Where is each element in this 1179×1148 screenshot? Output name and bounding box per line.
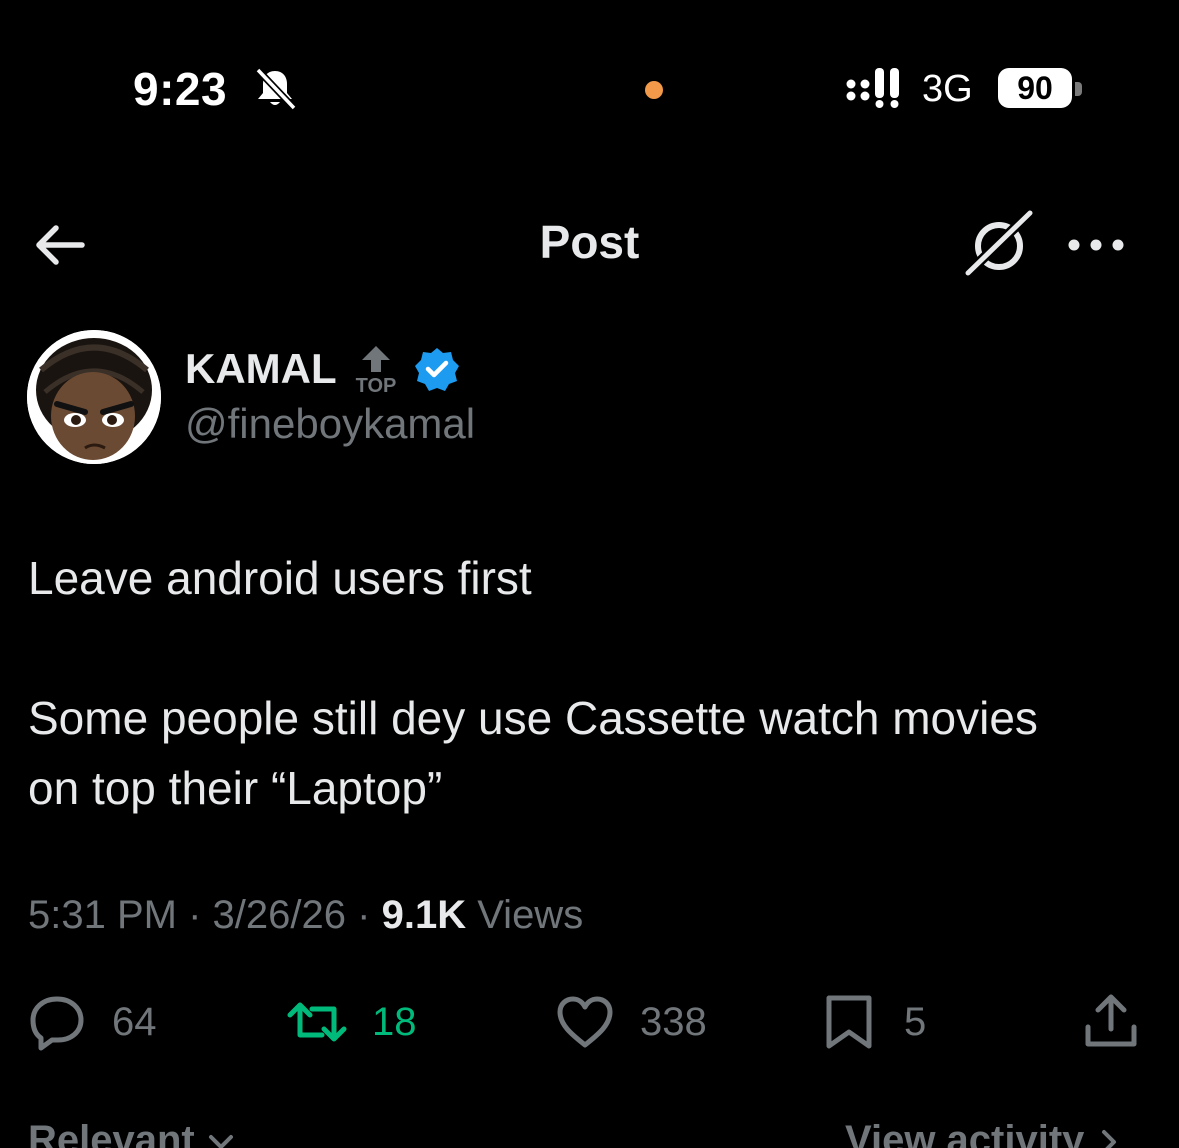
repost-count: 18	[372, 999, 417, 1044]
share-icon	[1085, 994, 1137, 1047]
meta-separator: ·	[188, 893, 202, 937]
status-time: 9:23	[133, 63, 228, 115]
grok-icon[interactable]	[962, 209, 1036, 281]
post-text: Leave android users first Some people st…	[28, 543, 1158, 823]
post-time: 5:31 PM	[28, 893, 177, 937]
chevron-down-icon	[208, 1135, 233, 1148]
top-badge-icon: TOP	[356, 346, 397, 396]
bookmark-count: 5	[904, 999, 927, 1044]
bookmark-icon	[826, 995, 872, 1049]
views-count[interactable]: 9.1K	[382, 893, 467, 937]
author-handle[interactable]: @fineboykamal	[185, 400, 475, 448]
avatar[interactable]	[27, 330, 161, 464]
like-button[interactable]: 338	[554, 990, 707, 1054]
view-activity-label: View activity	[845, 1118, 1085, 1148]
repost-button[interactable]: 18	[286, 990, 417, 1054]
reply-icon	[30, 996, 84, 1051]
like-count: 338	[640, 999, 707, 1044]
chevron-right-icon	[1101, 1130, 1116, 1148]
like-icon	[557, 996, 613, 1048]
verified-icon[interactable]	[414, 346, 460, 392]
bookmark-button[interactable]: 5	[818, 990, 926, 1054]
more-icon[interactable]	[1064, 225, 1128, 265]
avatar-image	[27, 330, 161, 464]
signal-icon	[846, 68, 899, 108]
reply-button[interactable]: 64	[26, 990, 157, 1054]
repost-icon	[287, 1002, 347, 1042]
bell-slash-icon	[255, 67, 297, 110]
battery-indicator: 90	[998, 68, 1072, 108]
post-paragraph: Some people still dey use Cassette watch…	[28, 692, 1038, 744]
status-bar: 9:23 3G 90	[0, 0, 1179, 160]
author-name[interactable]: KAMAL	[185, 345, 337, 393]
post-paragraph: Leave android users first	[28, 552, 532, 604]
meta-separator: ·	[357, 893, 371, 937]
network-label: 3G	[922, 68, 973, 110]
post-paragraph-gap	[28, 613, 1158, 683]
privacy-indicator-dot	[645, 81, 663, 99]
post-paragraph: on top their “Laptop”	[28, 762, 443, 814]
view-activity-link[interactable]: View activity	[845, 1118, 1122, 1148]
reply-sort-label: Relevant	[28, 1118, 195, 1148]
post-date: 3/26/26	[212, 893, 347, 937]
post-meta: 5:31 PM · 3/26/26 · 9.1K Views	[28, 893, 583, 938]
views-label[interactable]: Views	[477, 893, 583, 937]
share-button[interactable]	[1080, 990, 1142, 1054]
post-header: Post	[0, 195, 1179, 295]
battery-tip	[1075, 82, 1082, 96]
top-badge-label: TOP	[356, 375, 397, 396]
reply-count: 64	[112, 999, 157, 1044]
reply-sort-dropdown[interactable]: Relevant	[28, 1118, 236, 1148]
